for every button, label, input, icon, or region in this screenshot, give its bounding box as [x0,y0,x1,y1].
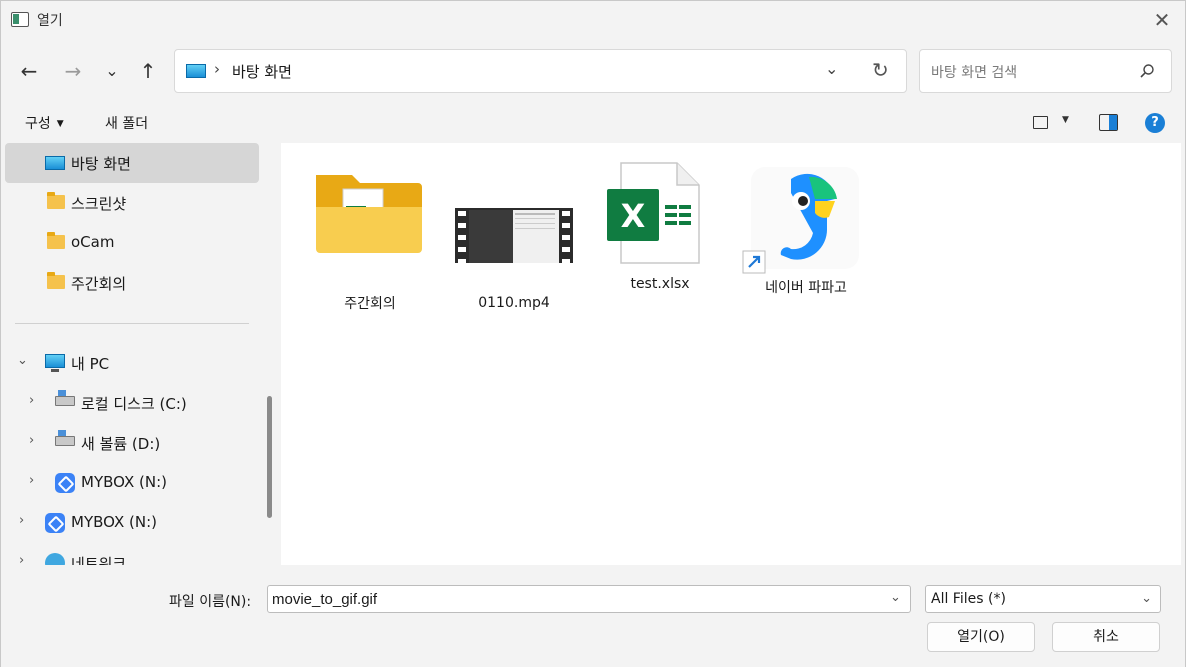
window-icon [11,12,29,27]
sidebar-item-network[interactable]: › 네트워크 [5,543,259,565]
drive-icon [55,390,75,406]
chevron-right-icon[interactable]: › [29,433,34,448]
sidebar-divider [15,323,249,324]
file-name: test.xlsx [630,276,690,292]
forward-arrow-icon[interactable]: → [59,57,87,85]
open-button[interactable]: 열기(O) [927,622,1035,652]
breadcrumb-desktop[interactable]: 바탕 화면 [232,61,292,82]
file-name: 네이버 파파고 [765,280,847,296]
search-placeholder: 바탕 화면 검색 [931,65,1018,81]
sidebar-item-local-disk-c[interactable]: › 로컬 디스크 (C:) [5,383,259,423]
mybox-icon [55,473,75,493]
excel-icon: X [607,162,700,264]
sidebar-item-mybox-root[interactable]: › MYBOX (N:) [5,503,259,543]
file-item[interactable]: X test.xlsx [595,161,725,311]
filename-label: 파일 이름(N): [169,594,252,610]
sidebar-item-label: MYBOX (N:) [71,513,158,531]
view-options-caret-icon[interactable]: ▼ [1062,115,1069,125]
preview-pane-icon[interactable] [1099,114,1118,131]
folder-icon [47,272,65,289]
sidebar-item-label: 내 PC [71,355,110,373]
window-title: 열기 [37,13,63,29]
network-icon [45,553,65,565]
sidebar-item-screenshots[interactable]: 스크린샷 [5,183,259,223]
sidebar-item-ocam[interactable]: oCam [5,223,259,263]
sidebar-item-label: MYBOX (N:) [81,473,168,491]
desktop-icon [45,156,65,170]
papago-shortcut-icon [742,167,859,274]
recent-locations-chevron-icon[interactable]: ⌄ [98,57,126,85]
sidebar-item-mybox-n[interactable]: › MYBOX (N:) [5,463,259,503]
filetype-select[interactable]: All Files (*) ⌄ [925,585,1161,613]
file-name: 주간회의 [344,296,396,312]
sidebar-item-label: 로컬 디스크 (C:) [81,395,187,413]
sidebar-item-this-pc[interactable]: ⌄ 내 PC [5,343,259,383]
navigation-bar: ← → ⌄ ↑ › 바탕 화면 ⌄ ↻ 바탕 화면 검색 [1,39,1185,103]
folder-icon [47,232,65,249]
organize-label: 구성 [25,116,51,132]
video-icon [455,208,573,263]
command-bar: 구성 ▼ 새 폴더 ▼ ? [1,103,1185,143]
sidebar-item-label: 주간회의 [71,275,127,293]
back-arrow-icon[interactable]: ← [15,57,43,85]
search-input[interactable]: 바탕 화면 검색 [919,49,1172,93]
caret-down-icon: ▼ [56,119,64,129]
sidebar-item-label: oCam [71,233,115,251]
file-list: X 주간회의 [281,143,1181,565]
up-arrow-icon[interactable]: ↑ [134,57,162,85]
file-item[interactable]: 네이버 파파고 [741,165,871,315]
filename-input[interactable] [267,585,911,613]
cancel-button[interactable]: 취소 [1052,622,1160,652]
filetype-value: All Files (*) [931,591,1006,607]
sidebar-item-volume-d[interactable]: › 새 볼륨 (D:) [5,423,259,463]
sidebar-item-weekly-meeting[interactable]: 주간회의 [5,263,259,303]
file-name: 0110.mp4 [478,295,550,311]
sidebar-item-label: 네트워크 [71,555,127,565]
search-icon [1140,64,1154,78]
sidebar-item-desktop[interactable]: 바탕 화면 [5,143,259,183]
computer-icon [45,354,65,372]
refresh-icon[interactable]: ↻ [872,58,889,82]
mybox-icon [45,513,65,533]
file-item[interactable]: X 주간회의 [305,163,435,313]
chevron-down-icon: ⌄ [1141,591,1152,606]
folder-excel-icon: X [316,175,422,253]
breadcrumb-separator-icon: › [214,60,220,78]
title-bar: 열기 ✕ [1,1,1185,39]
address-bar[interactable]: › 바탕 화면 ⌄ ↻ [174,49,907,93]
chevron-down-icon[interactable]: ⌄ [17,353,28,368]
file-item[interactable]: 0110.mp4 [449,163,579,313]
chevron-right-icon[interactable]: › [19,553,24,565]
organize-menu[interactable]: 구성 ▼ [25,113,64,133]
help-icon[interactable]: ? [1145,113,1165,133]
dialog-footer: 파일 이름(N): ⌄ All Files (*) ⌄ 열기(O) 취소 [1,565,1185,667]
chevron-right-icon[interactable]: › [29,473,34,488]
sidebar-item-label: 새 볼륨 (D:) [81,435,161,453]
folder-icon [47,192,65,209]
filename-history-chevron-icon[interactable]: ⌄ [890,590,901,605]
address-history-chevron-icon[interactable]: ⌄ [825,59,838,78]
open-file-dialog: 열기 ✕ ← → ⌄ ↑ › 바탕 화면 ⌄ ↻ 바탕 화면 검색 구성 ▼ 새 … [0,0,1186,667]
chevron-right-icon[interactable]: › [19,513,24,528]
sidebar-item-label: 바탕 화면 [71,155,131,173]
svg-text:X: X [621,197,646,235]
sidebar-item-label: 스크린샷 [71,195,127,213]
drive-icon [55,430,75,446]
sidebar-scrollbar[interactable] [267,396,272,518]
new-folder-button[interactable]: 새 폴더 [105,113,148,133]
desktop-icon [186,64,206,78]
view-mode-icon[interactable] [1033,116,1048,129]
navigation-pane: 바탕 화면 스크린샷 oCam 주간회의 ⌄ 내 PC › 로컬 디스크 (C:… [1,143,275,565]
chevron-right-icon[interactable]: › [29,393,34,408]
close-icon[interactable]: ✕ [1149,7,1175,33]
